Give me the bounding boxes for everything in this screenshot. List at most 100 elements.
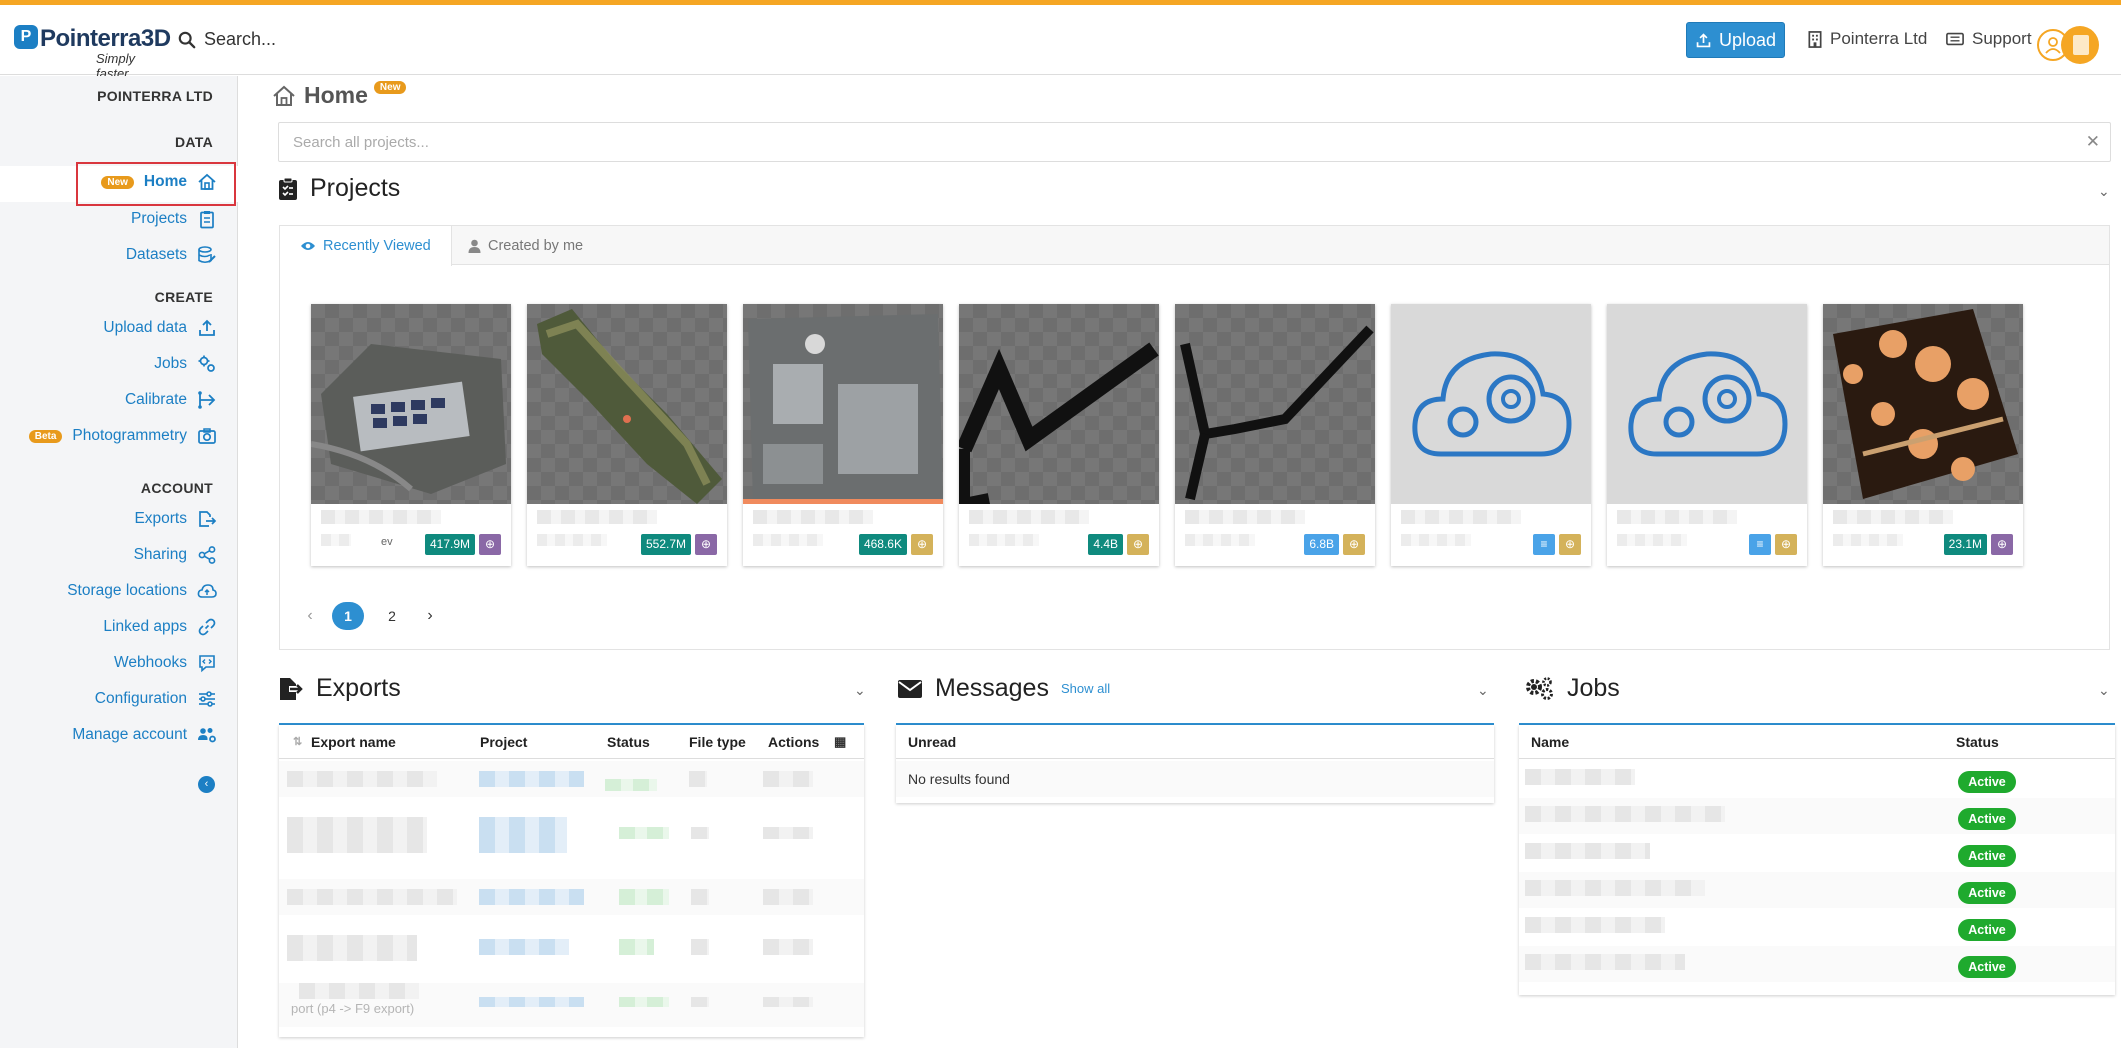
column-name[interactable]: Name — [1531, 734, 1569, 750]
database-icon: ≡ — [1749, 534, 1771, 555]
table-row[interactable] — [279, 925, 864, 969]
chevron-down-icon[interactable]: ⌄ — [2098, 183, 2110, 200]
project-sub-redacted — [1833, 534, 1903, 546]
search-all-projects-input[interactable] — [279, 123, 2059, 161]
sidebar-item-jobs[interactable]: Jobs — [154, 354, 217, 374]
table-row[interactable]: port (p4 -> F9 export) — [279, 983, 864, 1027]
database-edit-icon — [198, 246, 216, 264]
sidebar-item-upload-data[interactable]: Upload data — [103, 318, 217, 338]
project-card[interactable]: 23.1M ⊕ — [1823, 304, 2023, 566]
upload-button[interactable]: Upload — [1686, 22, 1785, 58]
point-count-badge: 4.4B — [1088, 534, 1123, 555]
globe-icon: ⊕ — [1127, 534, 1149, 555]
point-count-badge: 552.7M — [640, 534, 691, 555]
project-card[interactable]: 468.6K ⊕ — [743, 304, 943, 566]
sidebar-item-configuration[interactable]: Configuration — [95, 689, 217, 709]
sidebar-item-datasets[interactable]: Datasets — [126, 245, 217, 265]
table-row[interactable] — [279, 879, 864, 915]
projects-tab-strip: Recently Viewed Created by me — [280, 226, 2109, 266]
share-icon — [198, 546, 216, 564]
sidebar-item-label: Upload data — [103, 319, 187, 336]
cloud-gear-icon — [1628, 351, 1788, 457]
column-file-type[interactable]: File type — [689, 734, 746, 750]
chevron-left-icon[interactable]: ‹ — [300, 607, 320, 625]
user-icon — [468, 239, 481, 253]
column-status[interactable]: Status — [1956, 734, 1999, 750]
file-export-icon — [199, 511, 217, 527]
show-all-link[interactable]: Show all — [1061, 681, 1110, 696]
clipboard-list-icon — [279, 177, 297, 200]
sidebar-item-sharing[interactable]: Sharing — [134, 545, 217, 565]
table-row[interactable] — [279, 807, 864, 867]
chevron-down-icon[interactable]: ⌄ — [1477, 682, 1489, 699]
pointerra-logo[interactable]: P Pointerra3D Simply faster. — [14, 21, 171, 81]
project-subtitle: ev — [381, 536, 393, 548]
status-badge: Active — [1958, 882, 2016, 904]
clear-search-icon[interactable]: ✕ — [2086, 132, 2100, 152]
sidebar-item-label: Configuration — [94, 690, 187, 707]
cloud-gear-icon — [1412, 351, 1572, 457]
sidebar-item-exports[interactable]: Exports — [134, 509, 217, 529]
messages-table: Unread No results found — [896, 725, 1494, 803]
column-project[interactable]: Project — [480, 734, 527, 750]
chevron-right-icon[interactable]: › — [420, 607, 440, 625]
table-row[interactable] — [1519, 872, 2115, 908]
project-pills: ≡ ⊕ — [1749, 534, 1797, 555]
project-pills: 552.7M ⊕ — [640, 534, 717, 555]
sidebar-item-webhooks[interactable]: Webhooks — [114, 653, 217, 673]
tab-created-by-me[interactable]: Created by me — [448, 226, 603, 265]
chevron-down-icon[interactable]: ⌄ — [854, 682, 866, 699]
project-sub-redacted — [537, 534, 607, 546]
column-actions[interactable]: Actions — [768, 734, 819, 750]
projects-section-title: Projects — [278, 174, 400, 203]
point-count-badge: 417.9M — [424, 534, 475, 555]
project-sub-redacted — [1401, 534, 1471, 546]
new-badge: New — [373, 81, 407, 94]
top-navbar: P Pointerra3D Simply faster. Search... U… — [0, 5, 2121, 81]
table-row[interactable] — [1519, 909, 2115, 945]
project-pills: 417.9M ⊕ — [424, 534, 501, 555]
table-row[interactable] — [1519, 835, 2115, 871]
page-2-button[interactable]: 2 — [376, 602, 408, 630]
project-card[interactable]: ev 417.9M ⊕ — [311, 304, 511, 566]
table-row[interactable] — [1519, 761, 2115, 797]
organization-link[interactable]: Pointerra Ltd — [1808, 29, 1927, 49]
table-row[interactable] — [1519, 946, 2115, 982]
project-card[interactable]: ≡ ⊕ — [1607, 304, 1807, 566]
sidebar-org-name: POINTERRA LTD — [97, 88, 213, 104]
column-export-name[interactable]: Export name — [311, 734, 396, 750]
project-name-redacted — [537, 510, 657, 524]
columns-toggle-icon[interactable]: ▦ — [834, 734, 846, 750]
sidebar-item-linked-apps[interactable]: Linked apps — [103, 617, 217, 637]
user-avatar[interactable] — [2037, 26, 2099, 64]
sidebar-item-projects[interactable]: Projects — [131, 209, 217, 229]
column-status[interactable]: Status — [607, 734, 650, 750]
tab-recently-viewed[interactable]: Recently Viewed — [280, 226, 452, 266]
project-pills: 23.1M ⊕ — [1943, 534, 2013, 555]
project-thumbnail — [1607, 304, 1807, 504]
global-search[interactable]: Search... — [178, 29, 276, 50]
sidebar-item-calibrate[interactable]: Calibrate — [125, 390, 217, 410]
sidebar-item-storage-locations[interactable]: Storage locations — [67, 581, 217, 601]
project-card[interactable]: 4.4B ⊕ — [959, 304, 1159, 566]
global-search-placeholder: Search... — [204, 29, 277, 49]
collapse-sidebar-button[interactable]: ‹ — [198, 776, 215, 793]
projects-title: Projects — [310, 174, 401, 202]
chevron-down-icon[interactable]: ⌄ — [2098, 682, 2110, 699]
project-card[interactable]: ≡ ⊕ — [1391, 304, 1591, 566]
sidebar-item-photogrammetry[interactable]: Beta Photogrammetry — [28, 426, 217, 446]
support-link[interactable]: Support — [1946, 29, 2032, 49]
table-row[interactable] — [279, 761, 864, 797]
project-sub-redacted — [1617, 534, 1687, 546]
table-row[interactable] — [1519, 798, 2115, 834]
messages-title: Messages — [935, 674, 1049, 702]
globe-icon: ⊕ — [1559, 534, 1581, 555]
project-card[interactable]: 552.7M ⊕ — [527, 304, 727, 566]
page-1-button[interactable]: 1 — [332, 602, 364, 630]
jobs-table: Name Status — [1519, 725, 2115, 995]
globe-icon: ⊕ — [1991, 534, 2013, 555]
project-card[interactable]: 6.8B ⊕ — [1175, 304, 1375, 566]
sort-icon[interactable]: ⇅ — [293, 735, 302, 748]
sidebar-item-manage-account[interactable]: Manage account — [72, 725, 217, 745]
column-unread[interactable]: Unread — [908, 734, 956, 750]
